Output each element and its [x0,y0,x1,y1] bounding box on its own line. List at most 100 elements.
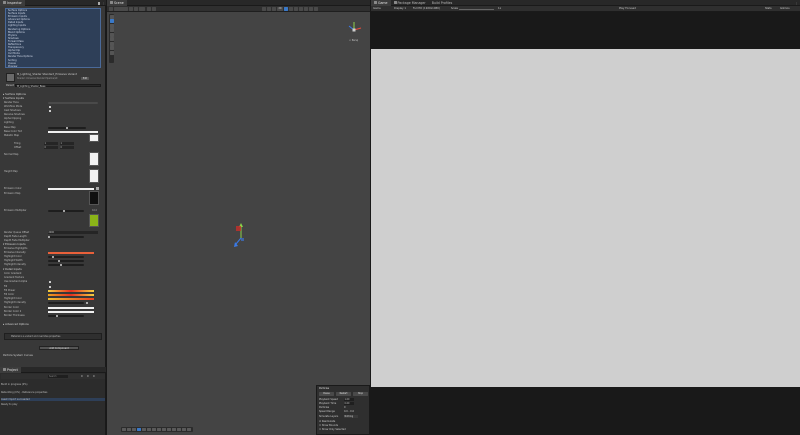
camera-icon[interactable] [304,7,308,11]
restart-button[interactable]: Restart [336,392,351,396]
slider-knob[interactable] [63,209,66,212]
list-item[interactable]: Build in progress (0%) [1,383,27,386]
slider-knob[interactable] [60,263,63,266]
snap-icon[interactable] [134,7,138,11]
layers-dropdown[interactable]: Nothing [344,415,358,418]
slider-knob[interactable] [66,126,69,129]
gizmo-icon[interactable] [309,7,313,11]
warn-count[interactable]: 0 [87,375,89,378]
overlay-icon[interactable] [127,427,131,432]
eyedropper-icon[interactable] [96,187,99,190]
emission-swatch[interactable] [89,214,99,227]
overlay-icon[interactable] [142,427,146,432]
stats-button[interactable]: Stats [765,7,772,10]
normal-texture-slot[interactable] [89,152,99,166]
stop-button[interactable]: Stop [353,392,368,396]
grid-icon[interactable] [129,7,133,11]
fill-color-field[interactable] [48,293,94,296]
list-item[interactable]: Preview [6,65,100,68]
rect-tool-icon[interactable] [109,32,114,37]
vertex-snap-icon[interactable] [147,7,151,11]
tiling-y[interactable]: 1 [60,142,74,145]
tab-package-manager[interactable]: Package Manager [391,0,429,6]
gradient-field[interactable] [48,289,94,292]
display-dropdown[interactable]: Display 1 [394,7,406,10]
overlay-icon[interactable] [157,427,161,432]
time-field[interactable]: 0.00 [344,402,354,405]
list-item[interactable]: Asset import succeeded [1,398,105,401]
overlay-icon[interactable] [162,427,166,432]
shading-solid-icon[interactable] [272,7,276,11]
slider-knob[interactable] [48,235,51,238]
overlay-icon[interactable] [122,427,126,432]
increment-field[interactable] [139,7,145,11]
custom-tool-icon[interactable] [109,41,114,46]
overlay-icon[interactable] [177,427,181,432]
shading-mode-icon[interactable] [267,7,271,11]
border-color2-field[interactable] [48,310,94,313]
slider-knob[interactable] [52,255,55,258]
offset-y[interactable]: 0 [60,146,74,149]
slider-knob[interactable] [86,301,89,304]
overlay-icon[interactable] [167,427,171,432]
depth-fade-slider[interactable] [48,235,84,238]
play-focused-dropdown[interactable]: Play Focused [619,7,636,10]
border-color-field[interactable] [48,306,94,309]
axis-gizmo[interactable] [346,20,364,40]
list-item[interactable]: Rebuilding (0%) - Reference properties [1,391,47,394]
emission-slider[interactable] [48,209,84,212]
highlight-color2-field[interactable] [48,297,94,300]
list-item[interactable]: Ready to play [1,403,17,406]
transform-handle[interactable] [232,222,252,252]
emission-texture-slot[interactable] [89,191,99,205]
tab-game[interactable]: Game [371,0,391,6]
game-mode-dropdown[interactable]: Game [373,7,381,10]
section-list[interactable]: Surface Options Surface Inputs Emission … [5,8,101,68]
add-component-button[interactable]: Add Component [39,346,79,350]
offset-x[interactable]: 0 [44,146,58,149]
search-scene-icon[interactable] [314,7,318,11]
extra-tool-icon[interactable] [109,50,114,55]
lock-icon[interactable] [97,1,100,5]
scale-slider[interactable] [459,8,494,10]
base-color-field[interactable] [48,130,98,133]
highlight-color-field[interactable] [48,251,94,254]
height-texture-slot[interactable] [89,169,99,183]
metallic-texture-slot[interactable] [89,134,99,142]
view-options-icon[interactable] [152,7,156,11]
shading-wire-icon[interactable] [262,7,266,11]
menu-icon[interactable]: ⋮ [795,1,798,5]
overlay-icon[interactable] [147,427,151,432]
move-tool-icon[interactable] [109,19,114,23]
pp-check-row[interactable]: ☑ Resimulate [319,420,335,423]
rotate-tool-icon[interactable] [109,23,114,28]
view-tool-icon[interactable] [109,14,114,19]
extra-tool-icon[interactable] [109,46,114,50]
transform-tool-icon[interactable] [109,37,114,41]
hidden-objects-icon[interactable] [299,7,303,11]
tab-inspector[interactable]: Inspector [0,0,25,6]
resolution-dropdown[interactable]: Full HD (1920x1080) [413,7,440,10]
render-face-dropdown[interactable] [48,101,98,104]
log-count[interactable]: 0 [81,375,83,378]
render-queue-field[interactable]: 2000 [48,231,98,234]
slider-knob[interactable] [58,259,61,262]
pp-check-row[interactable]: ☐ Show Bounds [319,424,338,427]
mode-2d-button[interactable]: 2D [277,7,283,11]
scene-view[interactable]: Scene 2D < Persp [107,0,370,435]
search-input[interactable]: Search [48,375,68,378]
overlay-icon[interactable] [172,427,176,432]
menu-icon[interactable]: ⋮ [102,1,105,5]
tiling-x[interactable]: 1 [44,142,58,145]
pp-check-row[interactable]: ☐ Show Only Selected [319,428,346,431]
game-display[interactable] [371,49,800,387]
pivot-dropdown[interactable] [114,7,128,11]
parent-field[interactable]: M_Lighting_Shader_Base [15,83,101,88]
error-count[interactable]: 0 [93,375,95,378]
highlight-width-slider[interactable] [48,259,84,262]
effects-icon[interactable] [294,7,298,11]
audio-icon[interactable] [289,7,293,11]
overlay-icon[interactable] [132,427,136,432]
highlight-intensity-slider[interactable] [48,263,84,266]
pause-button[interactable]: Pause [319,392,334,396]
